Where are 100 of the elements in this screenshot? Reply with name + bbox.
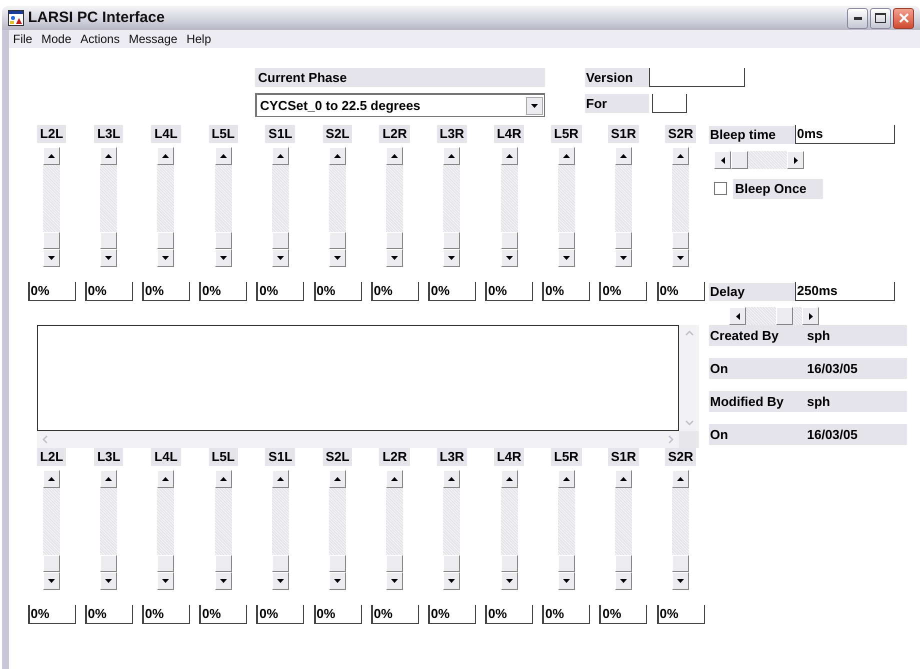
slider-thumb[interactable] (443, 232, 460, 249)
for-field[interactable] (652, 94, 687, 113)
value-field[interactable]: 0% (256, 282, 304, 301)
scroll-up-button[interactable] (558, 470, 575, 488)
horizontal-scrollbar[interactable] (37, 431, 679, 448)
scroll-up-button[interactable] (443, 470, 460, 488)
scroll-up-button[interactable] (672, 470, 690, 488)
scroll-down-button[interactable] (386, 249, 404, 267)
message-text-area[interactable] (37, 325, 679, 431)
value-field[interactable]: 0% (370, 282, 419, 301)
vertical-slider[interactable] (157, 470, 174, 590)
scroll-down-button[interactable] (100, 249, 118, 267)
slider-thumb[interactable] (558, 555, 575, 572)
vertical-slider[interactable] (614, 470, 632, 590)
scroll-up-button[interactable] (100, 470, 118, 488)
scroll-left-button[interactable] (729, 307, 746, 325)
vertical-slider[interactable] (386, 147, 404, 267)
value-field[interactable]: 0% (428, 605, 476, 624)
value-field[interactable]: 0% (199, 282, 248, 301)
scroll-down-button[interactable] (329, 572, 346, 590)
scroll-down-button[interactable] (43, 249, 60, 267)
scroll-down-button[interactable] (100, 572, 118, 590)
vertical-slider[interactable] (43, 470, 60, 590)
slider-thumb[interactable] (43, 232, 60, 249)
scroll-up-button[interactable] (614, 147, 632, 165)
slider-thumb[interactable] (386, 232, 404, 249)
value-field[interactable]: 0% (370, 605, 419, 624)
vertical-slider[interactable] (672, 147, 690, 267)
vertical-slider[interactable] (214, 470, 232, 590)
slider-thumb[interactable] (558, 232, 575, 249)
scroll-up-button[interactable] (329, 470, 346, 488)
version-field[interactable] (649, 68, 745, 87)
scroll-up-button[interactable] (43, 147, 60, 165)
vertical-slider[interactable] (614, 147, 632, 267)
scroll-down-button[interactable] (214, 572, 232, 590)
slider-thumb[interactable] (776, 307, 794, 325)
scroll-down-button[interactable] (329, 249, 346, 267)
vertical-slider[interactable] (500, 470, 518, 590)
vertical-slider[interactable] (329, 470, 346, 590)
scroll-up-button[interactable] (500, 147, 518, 165)
value-field[interactable]: 0% (84, 605, 133, 624)
slider-thumb[interactable] (272, 232, 289, 249)
scroll-up-button[interactable] (157, 470, 174, 488)
menu-item[interactable]: Actions (80, 30, 120, 48)
scroll-down-button[interactable] (214, 249, 232, 267)
value-field[interactable]: 0% (656, 282, 705, 301)
scroll-up-button[interactable] (43, 470, 60, 488)
scroll-up-button[interactable] (329, 147, 346, 165)
slider-thumb[interactable] (329, 555, 346, 572)
value-field[interactable]: 0% (199, 605, 248, 624)
vertical-slider[interactable] (157, 147, 174, 267)
scroll-down-button[interactable] (272, 249, 289, 267)
scroll-right-button[interactable] (802, 307, 819, 325)
scroll-down-button[interactable] (500, 249, 518, 267)
menu-item[interactable]: Message (128, 30, 178, 48)
scroll-down-button[interactable] (614, 249, 632, 267)
scroll-up-button[interactable] (100, 147, 118, 165)
vertical-slider[interactable] (386, 470, 404, 590)
scroll-up-button[interactable] (558, 147, 575, 165)
vertical-slider[interactable] (272, 470, 289, 590)
slider-thumb[interactable] (731, 151, 748, 169)
vertical-slider[interactable] (672, 470, 690, 590)
scroll-right-button[interactable] (787, 151, 804, 169)
scroll-up-button[interactable] (214, 147, 232, 165)
value-field[interactable]: 0% (84, 282, 133, 301)
scroll-down-button[interactable] (157, 572, 174, 590)
value-field[interactable]: 0% (485, 282, 534, 301)
vertical-slider[interactable] (100, 147, 118, 267)
slider-thumb[interactable] (43, 555, 60, 572)
close-button[interactable] (893, 8, 914, 28)
scroll-up-button[interactable] (386, 470, 404, 488)
value-field[interactable]: 0% (542, 605, 590, 624)
slider-thumb[interactable] (500, 232, 518, 249)
slider-thumb[interactable] (272, 555, 289, 572)
vertical-slider[interactable] (500, 147, 518, 267)
value-field[interactable]: 0% (142, 282, 190, 301)
slider-thumb[interactable] (443, 555, 460, 572)
scroll-up-button[interactable] (443, 147, 460, 165)
scroll-up-button[interactable] (214, 470, 232, 488)
slider-thumb[interactable] (614, 232, 632, 249)
value-field[interactable]: 0% (28, 605, 76, 624)
scroll-down-button[interactable] (272, 572, 289, 590)
slider-thumb[interactable] (672, 555, 690, 572)
vertical-slider[interactable] (329, 147, 346, 267)
value-field[interactable]: 0% (256, 605, 304, 624)
slider-thumb[interactable] (672, 232, 690, 249)
slider-thumb[interactable] (614, 555, 632, 572)
slider-thumb[interactable] (157, 555, 174, 572)
scroll-down-button[interactable] (43, 572, 60, 590)
dropdown-arrow-button[interactable] (526, 96, 543, 114)
scroll-left-button[interactable] (714, 151, 731, 169)
bleep-time-field[interactable]: 0ms (795, 125, 895, 144)
scroll-down-button[interactable] (443, 572, 460, 590)
menu-item[interactable]: Help (186, 30, 212, 48)
vertical-scrollbar[interactable] (679, 325, 699, 431)
menu-item[interactable]: File (13, 30, 32, 48)
slider-thumb[interactable] (329, 232, 346, 249)
scroll-up-button[interactable] (500, 470, 518, 488)
slider-thumb[interactable] (100, 555, 118, 572)
menu-item[interactable]: Mode (41, 30, 72, 48)
